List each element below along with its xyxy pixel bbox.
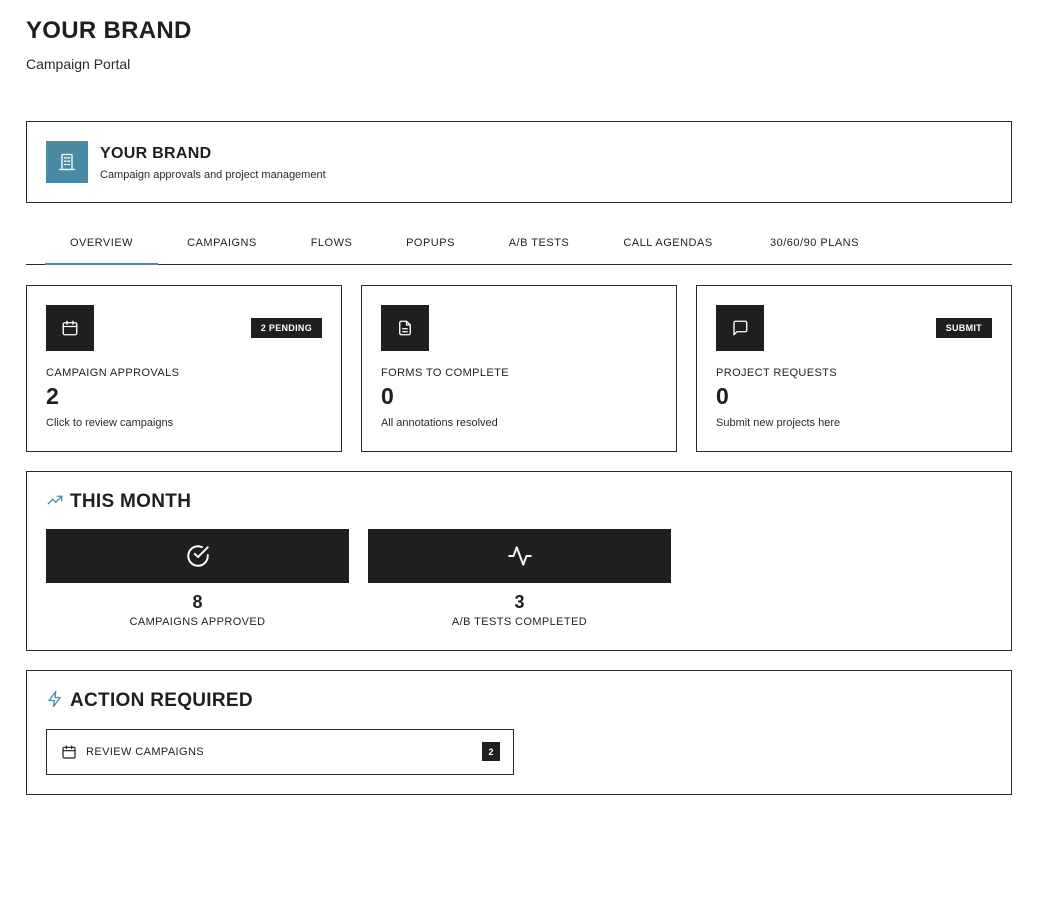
calendar-icon (46, 305, 94, 351)
action-item-label: REVIEW CAMPAIGNS (86, 746, 205, 758)
campaign-approvals-card[interactable]: 2 PENDING CAMPAIGN APPROVALS 2 Click to … (26, 285, 342, 452)
project-requests-card[interactable]: SUBMIT PROJECT REQUESTS 0 Submit new pro… (696, 285, 1012, 452)
stat-value: 2 (46, 383, 59, 409)
trending-up-icon (46, 491, 64, 514)
pending-badge: 2 PENDING (250, 318, 322, 338)
chat-icon (716, 305, 764, 351)
check-circle-icon (46, 529, 349, 583)
stat-label: PROJECT REQUESTS (716, 367, 838, 379)
stat-subtext: Click to review campaigns (46, 417, 174, 429)
review-campaigns-item[interactable]: REVIEW CAMPAIGNS 2 (46, 729, 514, 775)
stat-label: CAMPAIGN APPROVALS (46, 367, 180, 379)
submit-button[interactable]: SUBMIT (935, 318, 992, 338)
action-count-badge: 2 (482, 742, 500, 761)
brand-card-subtitle: Campaign approvals and project managemen… (100, 169, 326, 181)
ab-tests-completed-metric: 3 A/B TESTS COMPLETED (368, 529, 671, 629)
metric-label: A/B TESTS COMPLETED (451, 616, 588, 628)
tab-flows[interactable]: FLOWS (305, 222, 358, 264)
this-month-heading: THIS MONTH (46, 490, 191, 514)
forms-to-complete-card[interactable]: FORMS TO COMPLETE 0 All annotations reso… (361, 285, 677, 452)
brand-card: YOUR BRAND Campaign approvals and projec… (26, 121, 1012, 203)
stat-value: 0 (716, 383, 729, 409)
this-month-section: THIS MONTH 8 CAMPAIGNS APPROVED 3 A/B TE… (26, 471, 1012, 651)
stat-subtext: Submit new projects here (716, 417, 841, 429)
page-subtitle: Campaign Portal (26, 56, 131, 72)
this-month-title: THIS MONTH (70, 491, 192, 512)
metric-value: 3 (514, 592, 525, 612)
tab-overview[interactable]: OVERVIEW (45, 222, 158, 265)
tab-popups[interactable]: POPUPS (400, 222, 461, 264)
stat-subtext: All annotations resolved (381, 417, 498, 429)
page-header: YOUR BRAND Campaign Portal (26, 16, 192, 73)
brand-card-title: YOUR BRAND (100, 145, 212, 162)
building-icon (46, 141, 88, 183)
action-required-heading: ACTION REQUIRED (46, 689, 253, 713)
calendar-icon (61, 744, 77, 765)
metric-value: 8 (192, 592, 203, 612)
tab-30-60-90-plans[interactable]: 30/60/90 PLANS (761, 222, 868, 264)
tab-ab-tests[interactable]: A/B TESTS (503, 222, 575, 264)
activity-icon (368, 529, 671, 583)
action-required-section: ACTION REQUIRED REVIEW CAMPAIGNS 2 (26, 670, 1012, 795)
campaigns-approved-metric: 8 CAMPAIGNS APPROVED (46, 529, 349, 629)
stat-label: FORMS TO COMPLETE (381, 367, 510, 379)
document-icon (381, 305, 429, 351)
tab-campaigns[interactable]: CAMPAIGNS (182, 222, 262, 264)
metric-label: CAMPAIGNS APPROVED (129, 616, 266, 628)
tab-call-agendas[interactable]: CALL AGENDAS (617, 222, 719, 264)
page-title: YOUR BRAND (26, 17, 192, 44)
action-required-title: ACTION REQUIRED (70, 690, 253, 711)
tab-bar: OVERVIEW CAMPAIGNS FLOWS POPUPS A/B TEST… (26, 222, 1012, 265)
lightning-icon (46, 690, 64, 713)
stat-value: 0 (381, 383, 394, 409)
